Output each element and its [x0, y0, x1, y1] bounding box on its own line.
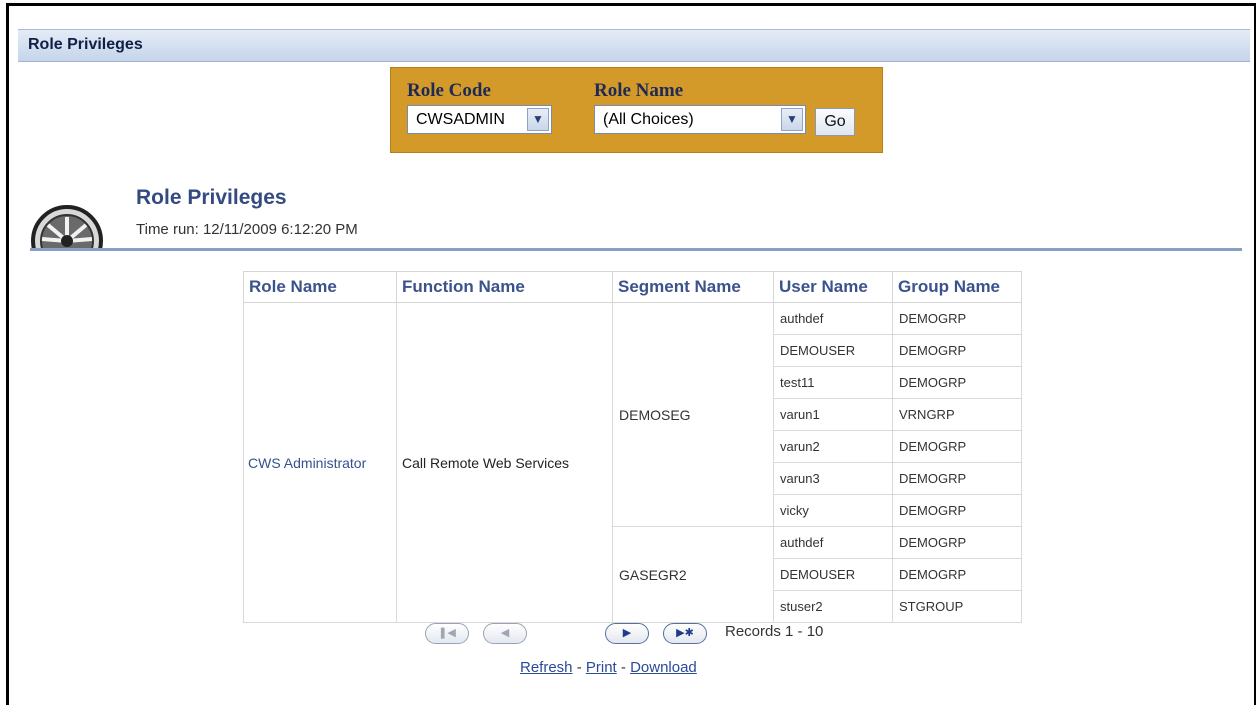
group-name-cell: DEMOGRP	[892, 558, 1022, 591]
role-name-select[interactable]: (All Choices) ▼	[594, 105, 806, 134]
report-links: Refresh - Print - Download	[520, 659, 697, 676]
role-code-select[interactable]: CWSADMIN ▼	[407, 105, 552, 134]
user-name-cell: vicky	[773, 494, 893, 527]
chevron-down-icon[interactable]: ▼	[781, 108, 803, 131]
group-name-cell: DEMOGRP	[892, 334, 1022, 367]
section-header-title: Role Privileges	[28, 36, 143, 53]
role-code-label: Role Code	[407, 80, 491, 101]
report-title: Role Privileges	[136, 186, 287, 209]
user-name-cell: varun2	[773, 430, 893, 463]
previous-page-icon: ◀	[500, 627, 510, 639]
role-name-value: (All Choices)	[603, 111, 694, 128]
group-name-cell: DEMOGRP	[892, 462, 1022, 495]
table-header-row: Role Name Function Name Segment Name Use…	[243, 271, 1022, 303]
table-row: CWS Administrator Call Remote Web Service…	[243, 302, 1022, 623]
segment-name-cell: GASEGR2	[612, 526, 774, 623]
group-name-cell: VRNGRP	[892, 398, 1022, 431]
group-name-cell: DEMOGRP	[892, 366, 1022, 399]
segment-name-cell: DEMOSEG	[612, 302, 774, 527]
download-link[interactable]: Download	[630, 659, 697, 676]
function-name-cell: Call Remote Web Services	[396, 302, 613, 623]
column-header-user-name[interactable]: User Name	[773, 271, 893, 303]
group-name-cell: DEMOGRP	[892, 302, 1022, 335]
role-name-label: Role Name	[594, 80, 684, 101]
section-header-bar: Role Privileges	[18, 29, 1250, 62]
records-count: Records 1 - 10	[725, 623, 824, 640]
user-name-cell: test11	[773, 366, 893, 399]
last-page-icon: ▶✱	[676, 627, 694, 639]
report-time-run: Time run: 12/11/2009 6:12:20 PM	[136, 221, 358, 238]
user-name-cell: varun3	[773, 462, 893, 495]
first-page-button[interactable]: ❚◀	[425, 623, 469, 644]
role-name-cell[interactable]: CWS Administrator	[243, 302, 397, 623]
link-separator: -	[572, 659, 586, 676]
next-page-button[interactable]: ▶	[605, 623, 649, 644]
user-name-cell: DEMOUSER	[773, 558, 893, 591]
column-header-segment-name[interactable]: Segment Name	[612, 271, 774, 303]
column-header-role-name[interactable]: Role Name	[243, 271, 397, 303]
column-header-function-name[interactable]: Function Name	[396, 271, 613, 303]
user-name-cell: DEMOUSER	[773, 334, 893, 367]
role-privileges-table: Role Name Function Name Segment Name Use…	[243, 271, 1022, 623]
user-name-cell: stuser2	[773, 590, 893, 623]
group-name-cell: DEMOGRP	[892, 526, 1022, 559]
group-name-cell: DEMOGRP	[892, 430, 1022, 463]
previous-page-button[interactable]: ◀	[483, 623, 527, 644]
chevron-down-icon[interactable]: ▼	[527, 108, 549, 131]
column-header-group-name[interactable]: Group Name	[892, 271, 1022, 303]
user-name-cell: authdef	[773, 526, 893, 559]
last-page-button[interactable]: ▶✱	[663, 623, 707, 644]
refresh-link[interactable]: Refresh	[520, 659, 573, 676]
go-button[interactable]: Go	[815, 108, 855, 136]
group-name-cell: DEMOGRP	[892, 494, 1022, 527]
role-code-value: CWSADMIN	[416, 111, 505, 128]
print-link[interactable]: Print	[586, 659, 617, 676]
user-name-cell: varun1	[773, 398, 893, 431]
next-page-icon: ▶	[622, 627, 632, 639]
group-name-cell: STGROUP	[892, 590, 1022, 623]
first-page-icon: ❚◀	[438, 627, 456, 639]
report-dial-icon	[30, 203, 104, 251]
link-separator: -	[616, 659, 631, 676]
prompt-panel: Role Code Role Name CWSADMIN ▼ (All Choi…	[390, 67, 883, 153]
user-name-cell: authdef	[773, 302, 893, 335]
report-divider	[30, 248, 1242, 251]
